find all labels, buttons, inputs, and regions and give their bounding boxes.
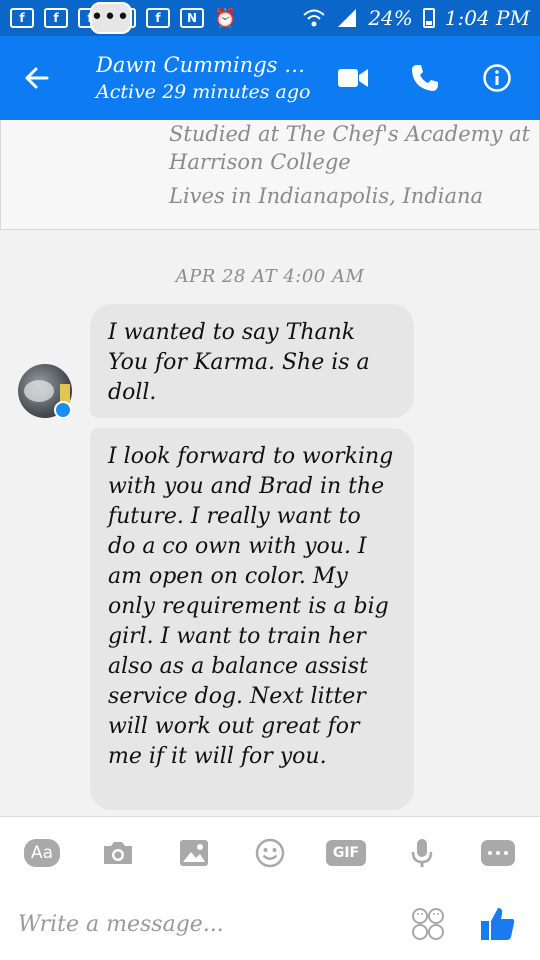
- location-info: Lives in Indianapolis, Indiana: [169, 184, 484, 208]
- video-call-button[interactable]: [330, 55, 376, 101]
- info-button[interactable]: [474, 55, 520, 101]
- camera-icon: [104, 841, 132, 864]
- gallery-button[interactable]: [172, 831, 216, 875]
- clock: 1:04 PM: [444, 6, 530, 30]
- facebook-icon: f: [44, 8, 68, 28]
- contact-name: Dawn Cummings F...: [96, 53, 306, 77]
- education-info: Studied at The Chef's Academy at Harriso…: [169, 122, 531, 174]
- text-format-icon: Aa: [23, 838, 61, 867]
- contact-title[interactable]: Dawn Cummings F... Active 29 minutes ago: [72, 53, 330, 103]
- nfc-icon: N: [180, 8, 204, 28]
- more-button[interactable]: [476, 831, 520, 875]
- text-button[interactable]: Aa: [20, 831, 64, 875]
- camera-button[interactable]: [96, 831, 140, 875]
- date-separator: APR 28 AT 4:00 AM: [175, 266, 365, 287]
- sticker-button[interactable]: [408, 904, 448, 944]
- like-button[interactable]: [474, 900, 522, 948]
- alarm-icon: ⏰: [214, 7, 237, 29]
- facebook-icon: f: [10, 8, 34, 28]
- voice-button[interactable]: [400, 831, 444, 875]
- active-status: Active 29 minutes ago: [96, 81, 311, 103]
- message-bubble[interactable]: I wanted to say Thank You for Karma. She…: [90, 304, 414, 418]
- message-input[interactable]: [0, 894, 408, 954]
- phone-call-button[interactable]: [402, 55, 448, 101]
- image-icon: [180, 839, 208, 866]
- more-icon: [481, 839, 515, 866]
- profile-card: Studied at The Chef's Academy at Harriso…: [0, 120, 540, 230]
- info-icon: [483, 64, 511, 92]
- arrow-left-icon: [25, 67, 49, 89]
- conversation-header: Dawn Cummings F... Active 29 minutes ago: [0, 36, 540, 120]
- battery-percent: 24%: [368, 6, 413, 30]
- signal-icon: [338, 9, 357, 27]
- composer-toolbar: Aa GIF: [0, 816, 540, 888]
- message-composer: [0, 888, 540, 960]
- message-bubble[interactable]: I look forward to working with you and B…: [90, 428, 414, 810]
- thumbs-up-icon: [481, 908, 515, 940]
- messenger-badge-icon: [54, 401, 72, 419]
- gif-button[interactable]: GIF: [324, 831, 368, 875]
- status-bar: ••• f f f f f N ⏰ 24% 1:04 PM: [0, 0, 540, 36]
- emoji-button[interactable]: [248, 831, 292, 875]
- phone-icon: [412, 65, 438, 91]
- battery-icon: [422, 8, 435, 28]
- gif-icon: GIF: [325, 839, 367, 866]
- emoji-icon: [255, 838, 285, 867]
- facebook-icon: f: [146, 8, 170, 28]
- chat-bubble-icon: •••: [90, 2, 132, 34]
- notification-icons: ••• f f f f f N ⏰: [10, 2, 237, 34]
- back-button[interactable]: [0, 36, 72, 120]
- sticker-icon: [412, 908, 444, 940]
- wifi-icon: [303, 9, 325, 27]
- message-list[interactable]: APR 28 AT 4:00 AM I wanted to say Thank …: [0, 230, 540, 816]
- video-call-icon: [338, 69, 368, 87]
- microphone-icon: [411, 838, 433, 867]
